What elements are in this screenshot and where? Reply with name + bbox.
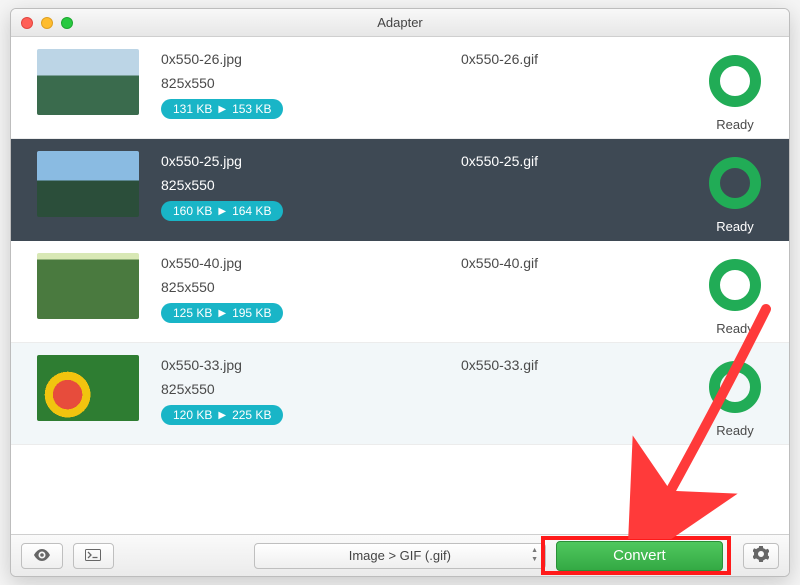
dimensions: 825x550 [161, 279, 461, 295]
minimize-icon[interactable] [41, 17, 53, 29]
format-label: Image > GIF (.gif) [349, 548, 451, 563]
list-item[interactable]: 0x550-25.jpg 825x550 160 KB ▶ 164 KB 0x5… [11, 139, 789, 241]
thumbnail [37, 151, 139, 217]
thumbnail [37, 355, 139, 421]
source-filename: 0x550-33.jpg [161, 357, 461, 373]
size-out: 153 KB [232, 102, 271, 116]
stepper-icon: ▲▼ [528, 546, 542, 566]
dimensions: 825x550 [161, 381, 461, 397]
gear-icon [753, 546, 769, 566]
convert-label: Convert [613, 547, 666, 564]
list-item[interactable]: 0x550-33.jpg 825x550 120 KB ▶ 225 KB 0x5… [11, 343, 789, 445]
preview-button[interactable] [21, 543, 63, 569]
file-meta: 0x550-26.jpg 825x550 131 KB ▶ 153 KB [161, 49, 461, 119]
size-in: 120 KB [173, 408, 212, 422]
terminal-button[interactable] [73, 543, 115, 569]
titlebar: Adapter [11, 9, 789, 37]
traffic-lights [21, 17, 73, 29]
zoom-icon[interactable] [61, 17, 73, 29]
size-pill: 131 KB ▶ 153 KB [161, 99, 283, 119]
file-list: 0x550-26.jpg 825x550 131 KB ▶ 153 KB 0x5… [11, 37, 789, 534]
size-in: 131 KB [173, 102, 212, 116]
close-icon[interactable] [21, 17, 33, 29]
status-column: Ready [681, 355, 789, 438]
dimensions: 825x550 [161, 75, 461, 91]
output-filename: 0x550-25.gif [461, 151, 681, 169]
terminal-icon [85, 548, 101, 564]
app-window: Adapter 0x550-26.jpg 825x550 131 KB ▶ 15… [10, 8, 790, 577]
output-filename: 0x550-33.gif [461, 355, 681, 373]
status-ring-icon [709, 55, 761, 107]
arrow-right-icon: ▶ [218, 308, 226, 319]
arrow-right-icon: ▶ [218, 206, 226, 217]
source-filename: 0x550-40.jpg [161, 255, 461, 271]
status-column: Ready [681, 49, 789, 132]
eye-icon [33, 548, 51, 564]
size-pill: 160 KB ▶ 164 KB [161, 201, 283, 221]
settings-button[interactable] [743, 543, 779, 569]
size-out: 225 KB [232, 408, 271, 422]
status-column: Ready [681, 253, 789, 336]
file-meta: 0x550-40.jpg 825x550 125 KB ▶ 195 KB [161, 253, 461, 323]
list-item[interactable]: 0x550-40.jpg 825x550 125 KB ▶ 195 KB 0x5… [11, 241, 789, 343]
status-ring-icon [709, 361, 761, 413]
size-out: 195 KB [232, 306, 271, 320]
size-in: 160 KB [173, 204, 212, 218]
status-label: Ready [716, 423, 754, 438]
size-pill: 120 KB ▶ 225 KB [161, 405, 283, 425]
bottom-toolbar: Image > GIF (.gif) ▲▼ Convert [11, 534, 789, 576]
file-meta: 0x550-25.jpg 825x550 160 KB ▶ 164 KB [161, 151, 461, 221]
thumbnail [37, 253, 139, 319]
window-title: Adapter [21, 15, 779, 30]
status-ring-icon [709, 259, 761, 311]
arrow-right-icon: ▶ [218, 104, 226, 115]
source-filename: 0x550-25.jpg [161, 153, 461, 169]
arrow-right-icon: ▶ [218, 410, 226, 421]
source-filename: 0x550-26.jpg [161, 51, 461, 67]
status-ring-icon [709, 157, 761, 209]
convert-button[interactable]: Convert [556, 541, 724, 571]
file-meta: 0x550-33.jpg 825x550 120 KB ▶ 225 KB [161, 355, 461, 425]
list-item[interactable]: 0x550-26.jpg 825x550 131 KB ▶ 153 KB 0x5… [11, 37, 789, 139]
size-out: 164 KB [232, 204, 271, 218]
status-column: Ready [681, 151, 789, 234]
status-label: Ready [716, 117, 754, 132]
thumbnail [37, 49, 139, 115]
size-pill: 125 KB ▶ 195 KB [161, 303, 283, 323]
format-select[interactable]: Image > GIF (.gif) ▲▼ [254, 543, 546, 569]
output-filename: 0x550-40.gif [461, 253, 681, 271]
size-in: 125 KB [173, 306, 212, 320]
status-label: Ready [716, 321, 754, 336]
dimensions: 825x550 [161, 177, 461, 193]
status-label: Ready [716, 219, 754, 234]
output-filename: 0x550-26.gif [461, 49, 681, 67]
